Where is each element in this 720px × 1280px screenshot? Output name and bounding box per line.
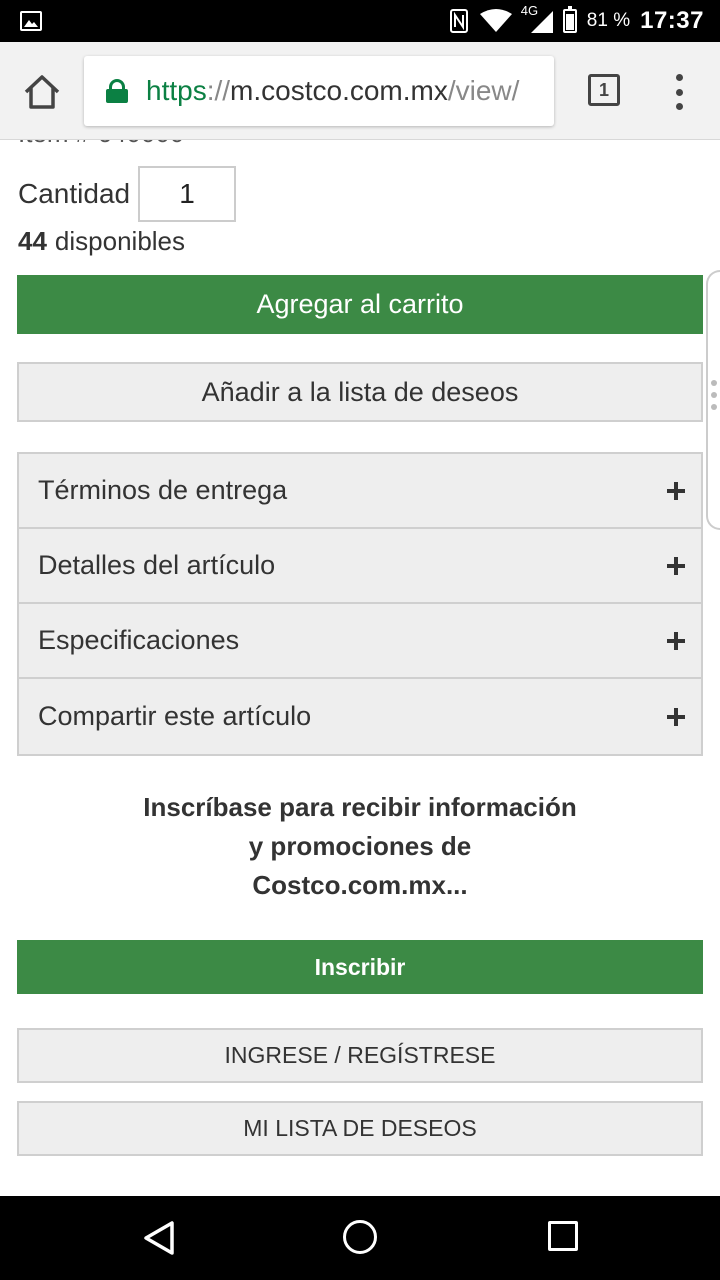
plus-icon <box>667 707 685 726</box>
quantity-input[interactable] <box>138 166 237 222</box>
home-circle-icon[interactable] <box>343 1220 377 1254</box>
item-number: Item # 640000 <box>18 140 184 149</box>
accordion-item-details[interactable]: Detalles del artículo <box>19 529 701 604</box>
nfc-icon <box>449 9 468 33</box>
accordion-item-specifications[interactable]: Especificaciones <box>19 604 701 679</box>
drag-handle-icon[interactable] <box>711 380 717 410</box>
home-icon[interactable] <box>22 72 62 112</box>
url-scheme: https <box>146 75 207 106</box>
subscribe-button[interactable]: Inscribir <box>17 940 703 994</box>
quantity-row: Cantidad <box>18 166 237 222</box>
wifi-icon <box>479 9 512 32</box>
promo-line-2: y promociones de <box>248 831 472 861</box>
add-to-wishlist-button[interactable]: Añadir a la lista de deseos <box>17 362 703 422</box>
browser-toolbar: https://m.costco.com.mx/view/ 1 <box>0 42 720 140</box>
promo-line-1: Inscríbase para recibir información <box>143 792 577 822</box>
login-register-button[interactable]: INGRESE / REGÍSTRESE <box>17 1028 703 1083</box>
status-bar: 4G 81 % 17:37 <box>0 0 720 42</box>
plus-icon <box>667 481 685 500</box>
available-label: disponibles <box>54 226 186 256</box>
accordion-label: Especificaciones <box>38 625 240 655</box>
my-wishlist-button[interactable]: MI LISTA DE DESEOS <box>17 1101 703 1156</box>
accordion-item-delivery-terms[interactable]: Términos de entrega <box>19 454 701 529</box>
url-separator: :// <box>206 75 231 106</box>
recent-apps-icon[interactable] <box>548 1221 578 1251</box>
system-navigation-bar <box>0 1196 720 1280</box>
accordion-label: Términos de entrega <box>38 475 288 505</box>
plus-icon <box>667 556 685 575</box>
accordion-label: Detalles del artículo <box>38 550 276 580</box>
promo-line-3: Costco.com.mx... <box>252 870 468 900</box>
available-count: 44 <box>18 226 47 256</box>
back-icon[interactable] <box>142 1220 176 1256</box>
clock: 17:37 <box>640 7 704 34</box>
lock-icon <box>106 79 128 103</box>
image-notification-icon <box>20 11 42 31</box>
signal-icon: 4G <box>521 3 553 35</box>
tab-switcher-button[interactable]: 1 <box>588 74 620 106</box>
url-path: /view/ <box>447 75 520 106</box>
add-to-cart-button[interactable]: Agregar al carrito <box>17 275 703 334</box>
plus-icon <box>667 631 685 650</box>
url-host: m.costco.com.mx <box>230 75 448 106</box>
page-content: Item # 640000 Cantidad 44disponibles Agr… <box>0 140 720 1196</box>
availability: 44 disponibles <box>18 226 185 257</box>
newsletter-promo-text: Inscríbase para recibir información y pr… <box>0 788 720 905</box>
accordion-item-share[interactable]: Compartir este artículo <box>19 679 701 754</box>
overflow-menu-icon[interactable] <box>672 74 686 110</box>
accordion-label: Compartir este artículo <box>38 701 312 731</box>
battery-icon <box>562 6 577 33</box>
quantity-label: Cantidad <box>18 178 131 209</box>
product-info-accordion: Términos de entrega Detalles del artícul… <box>17 452 703 756</box>
address-bar[interactable]: https://m.costco.com.mx/view/ <box>84 56 554 126</box>
battery-percent: 81 % <box>586 10 631 31</box>
